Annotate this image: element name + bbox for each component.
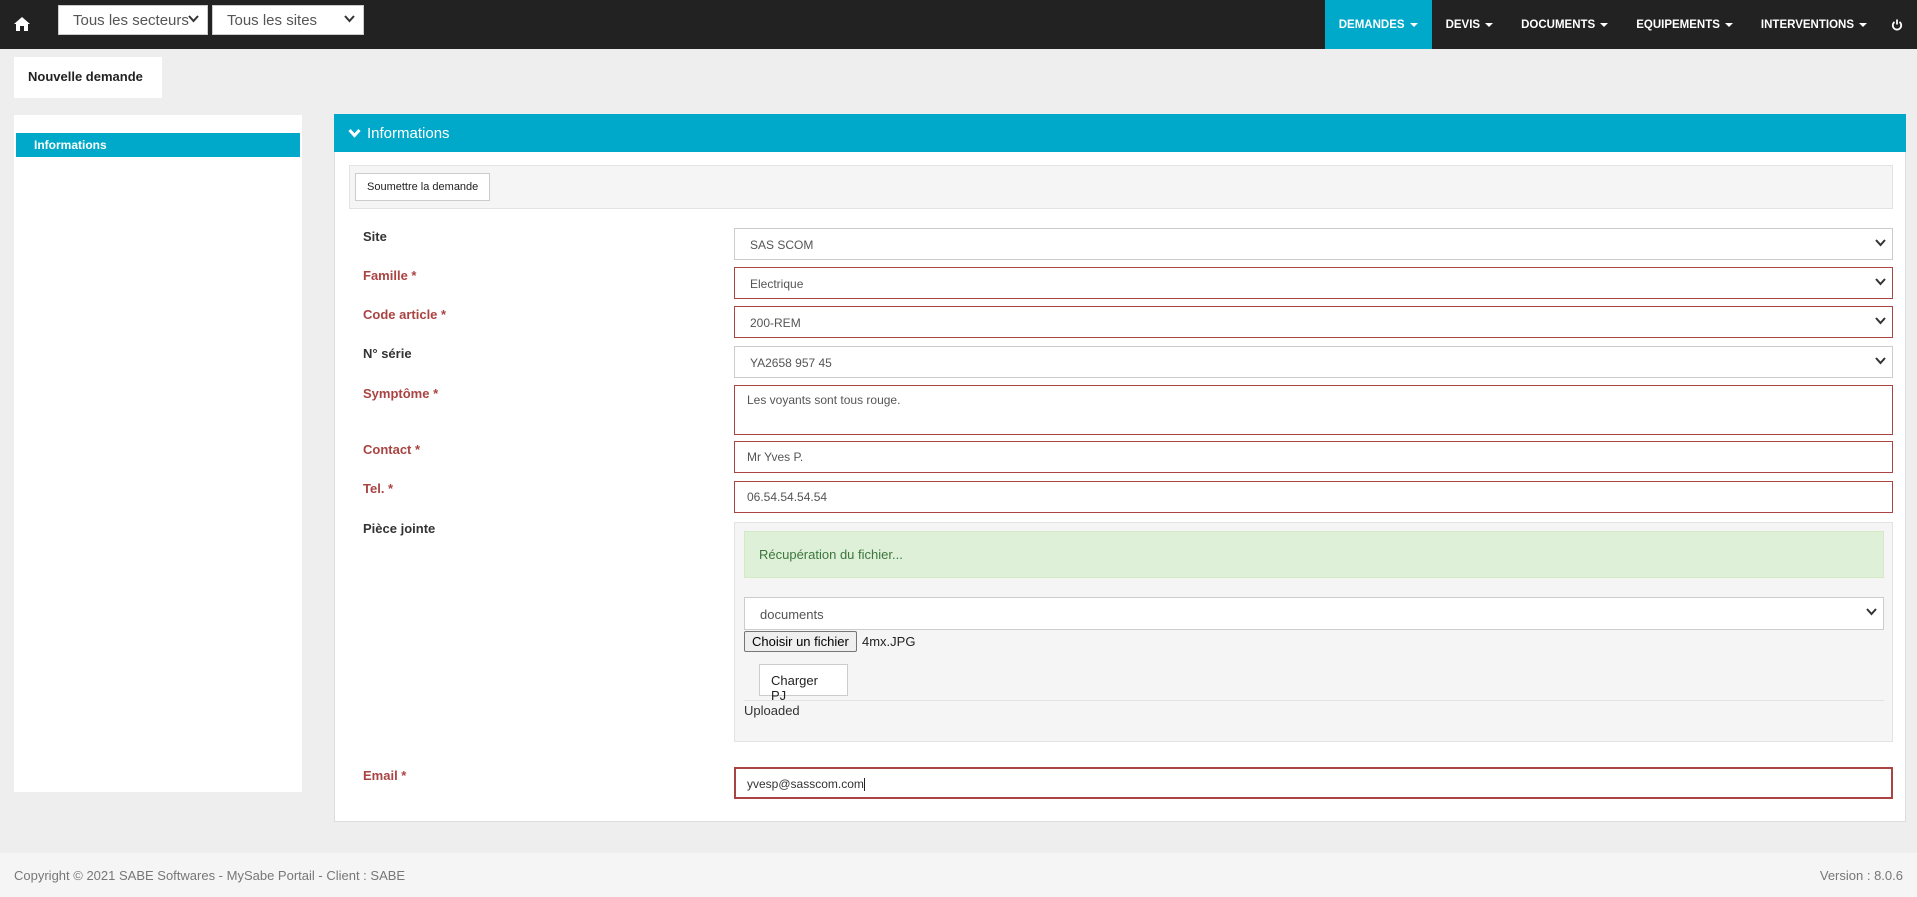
divider <box>744 700 1884 701</box>
tel-label: Tel. * <box>363 481 394 496</box>
chevron-down-icon <box>1875 239 1886 247</box>
site-select-value: Tous les sites <box>227 12 318 29</box>
sidebar: Informations <box>14 115 302 792</box>
text-cursor <box>863 778 865 792</box>
attachment-status-alert: Récupération du fichier... <box>744 531 1884 578</box>
famille-select[interactable]: Electrique <box>734 267 1893 299</box>
nav-interventions[interactable]: INTERVENTIONS <box>1747 0 1881 49</box>
sidebar-item-informations[interactable]: Informations <box>16 133 300 157</box>
top-navbar: Tous les secteurs Tous les sites DEMANDE… <box>0 0 1917 49</box>
upload-status-text: Uploaded <box>744 703 800 718</box>
footer-copyright: Copyright © 2021 SABE Softwares - MySabe… <box>14 868 406 883</box>
chevron-down-icon <box>1875 278 1886 286</box>
contact-label: Contact * <box>363 442 421 457</box>
nav-label: EQUIPEMENTS <box>1636 18 1720 31</box>
nav-label: DOCUMENTS <box>1521 18 1596 31</box>
code-article-value: 200-REM <box>750 316 801 330</box>
sector-select-value: Tous les secteurs <box>73 12 189 29</box>
main-nav: DEMANDES DEVIS DOCUMENTS EQUIPEMENTS INT… <box>1324 0 1917 49</box>
contact-input[interactable]: Mr Yves P. <box>734 441 1893 473</box>
caret-down-icon <box>1409 22 1418 27</box>
attachment-category-value: documents <box>760 607 824 622</box>
form-toolbar: Soumettre la demande <box>349 165 1893 209</box>
code-article-label: Code article * <box>363 307 447 322</box>
chevron-down-icon <box>344 15 355 23</box>
email-input[interactable]: yvesp@sasscom.com <box>734 767 1893 799</box>
nav-devis[interactable]: DEVIS <box>1432 0 1508 49</box>
nav-equipements[interactable]: EQUIPEMENTS <box>1622 0 1747 49</box>
caret-down-icon <box>1600 22 1609 27</box>
sector-select[interactable]: Tous les secteurs <box>58 5 208 35</box>
email-value: yvesp@sasscom.com <box>747 777 864 791</box>
home-icon[interactable] <box>10 12 34 36</box>
tel-input[interactable]: 06.54.54.54.54 <box>734 481 1893 513</box>
caret-down-icon <box>1724 22 1733 27</box>
selected-file-name: 4mx.JPG <box>862 634 916 649</box>
choose-file-button[interactable]: Choisir un fichier <box>744 631 857 652</box>
nav-label: INTERVENTIONS <box>1760 18 1854 31</box>
nav-label: DEMANDES <box>1338 18 1405 31</box>
famille-value: Electrique <box>750 277 804 291</box>
footer-version: Version : 8.0.6 <box>1819 868 1903 883</box>
symptome-textarea[interactable]: Les voyants sont tous rouge. <box>734 385 1893 435</box>
footer: Copyright © 2021 SABE Softwares - MySabe… <box>0 853 1917 897</box>
symptome-label: Symptôme * <box>363 386 439 401</box>
site-label: Site <box>363 229 387 244</box>
piece-jointe-label: Pièce jointe <box>363 521 436 536</box>
main-panel: Informations Soumettre la demande Site S… <box>334 114 1906 822</box>
serie-value: YA2658 957 45 <box>750 356 832 370</box>
nav-documents[interactable]: DOCUMENTS <box>1507 0 1622 49</box>
serie-label: N° série <box>363 346 412 361</box>
attachment-panel: Récupération du fichier... documents Cho… <box>734 522 1893 742</box>
site-select[interactable]: Tous les sites <box>212 5 364 35</box>
serie-select[interactable]: YA2658 957 45 <box>734 346 1893 378</box>
famille-label: Famille * <box>363 268 417 283</box>
chevron-down-icon <box>1875 317 1886 325</box>
caret-down-icon <box>1859 22 1867 27</box>
panel-header[interactable]: Informations <box>334 114 1906 152</box>
site-value: SAS SCOM <box>750 238 814 252</box>
chevron-down-icon <box>1866 608 1877 616</box>
code-article-select[interactable]: 200-REM <box>734 306 1893 338</box>
panel-title: Informations <box>367 124 450 142</box>
site-select[interactable]: SAS SCOM <box>734 228 1893 260</box>
submit-request-button[interactable]: Soumettre la demande <box>355 173 491 201</box>
chevron-down-icon <box>188 15 199 23</box>
attachment-category-select[interactable]: documents <box>744 597 1884 630</box>
page-title-tab[interactable]: Nouvelle demande <box>14 57 162 98</box>
power-button[interactable] <box>1881 0 1917 49</box>
chevron-down-icon <box>1875 357 1886 365</box>
power-icon <box>1891 19 1903 30</box>
email-label: Email * <box>363 768 407 783</box>
chevron-down-icon <box>348 128 361 138</box>
upload-attachment-button[interactable]: Charger PJ <box>759 664 848 703</box>
caret-down-icon <box>1485 22 1494 27</box>
nav-demandes[interactable]: DEMANDES <box>1324 0 1432 49</box>
nav-label: DEVIS <box>1445 18 1481 31</box>
